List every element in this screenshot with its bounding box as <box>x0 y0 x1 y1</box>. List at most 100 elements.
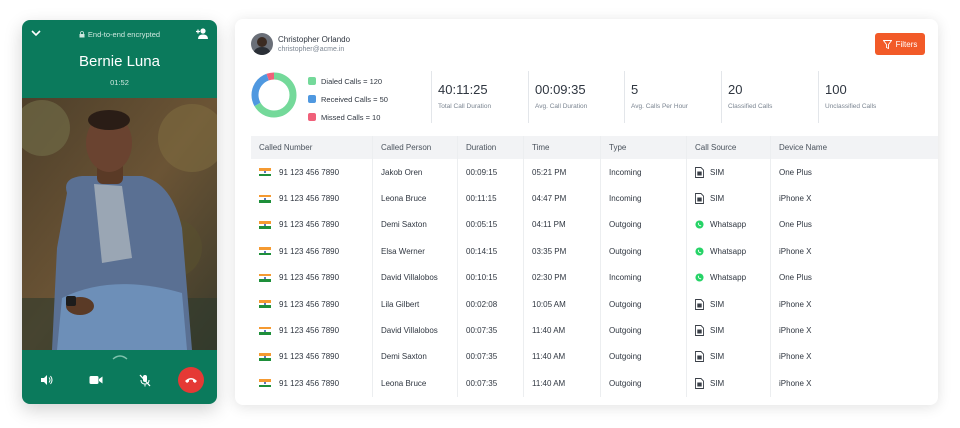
stat-value: 00:09:35 <box>535 82 586 97</box>
called-number: 91 123 456 7890 <box>279 220 340 230</box>
column-header[interactable]: Device Name <box>771 136 938 159</box>
cell-duration: 00:05:15 <box>458 211 524 239</box>
table-row[interactable]: 91 123 456 7890 Leona Bruce 00:11:15 04:47 … <box>251 185 938 212</box>
stat-label: Avg. Call Duration <box>535 103 588 110</box>
india-flag-icon <box>259 194 271 203</box>
cell-time: 02:30 PM <box>524 264 601 291</box>
legend-received: Received Calls = 50 <box>308 90 388 108</box>
column-header[interactable]: Duration <box>458 136 524 159</box>
mute-button[interactable] <box>131 366 159 394</box>
end-call-button[interactable] <box>177 366 205 394</box>
chart-legend: Dialed Calls = 120 Received Calls = 50 M… <box>308 72 388 126</box>
table-row[interactable]: 91 123 456 7890 Leona Bruce 00:07:35 11:40 … <box>251 370 938 397</box>
column-header[interactable]: Call Source <box>687 136 771 159</box>
speaker-icon <box>40 375 52 385</box>
cell-called-person: Lila Gilbert <box>373 290 458 318</box>
cell-called-person: Demi Saxton <box>373 211 458 239</box>
cell-call-source: Whatsapp <box>687 238 771 265</box>
stat-classified: 20 Classified Calls <box>721 71 772 123</box>
cell-called-number: 91 123 456 7890 <box>251 238 373 265</box>
table-row[interactable]: 91 123 456 7890 Demi Saxton 00:05:15 04:11 … <box>251 211 938 239</box>
legend-label-missed: Missed Calls = 10 <box>321 112 381 122</box>
cell-type: Outgoing <box>601 290 687 318</box>
cell-call-source: SIM <box>687 290 771 318</box>
column-header[interactable]: Time <box>524 136 601 159</box>
column-header[interactable]: Type <box>601 136 687 159</box>
stat-value: 40:11:25 <box>438 82 488 97</box>
calls-donut-chart <box>251 72 297 118</box>
whatsapp-icon <box>695 273 704 282</box>
table-header: Called Number Called Person Duration Tim… <box>251 136 938 159</box>
cell-type: Outgoing <box>601 238 687 265</box>
call-source-label: Whatsapp <box>710 220 747 230</box>
sim-card-icon <box>695 166 704 178</box>
cell-called-number: 91 123 456 7890 <box>251 211 373 239</box>
caller-photo <box>22 98 217 350</box>
called-number: 91 123 456 7890 <box>279 378 340 388</box>
end-call-circle <box>178 367 204 393</box>
table-row[interactable]: 91 123 456 7890 Lila Gilbert 00:02:08 10:05… <box>251 290 938 318</box>
cell-called-person: David Villalobos <box>373 264 458 291</box>
cell-call-source: Whatsapp <box>687 211 771 239</box>
called-number: 91 123 456 7890 <box>279 352 340 362</box>
avatar[interactable] <box>251 33 273 55</box>
legend-label-dialed: Dialed Calls = 120 <box>321 76 383 86</box>
whatsapp-icon <box>695 247 704 256</box>
cell-time: 11:40 AM <box>524 317 601 344</box>
encryption-notice: End-to-end encrypted <box>22 30 217 39</box>
cell-called-person: Demi Saxton <box>373 343 458 371</box>
cell-device-name: iPhone X <box>779 326 812 336</box>
table-row[interactable]: 91 123 456 7890 David Villalobos 00:10:15 0… <box>251 264 938 291</box>
cell-called-number: 91 123 456 7890 <box>251 264 373 291</box>
india-flag-icon <box>259 168 271 177</box>
stat-avg-duration: 00:09:35 Avg. Call Duration <box>528 71 587 123</box>
stat-unclassified: 100 Unclassified Calls <box>818 71 876 123</box>
column-header[interactable]: Called Person <box>373 136 458 159</box>
cell-called-number: 91 123 456 7890 <box>251 317 373 344</box>
called-number: 91 123 456 7890 <box>279 246 340 256</box>
india-flag-icon <box>259 220 271 229</box>
legend-label-received: Received Calls = 50 <box>321 94 388 104</box>
table-row[interactable]: 91 123 456 7890 Elsa Werner 00:14:15 03:35 … <box>251 238 938 265</box>
encryption-text: End-to-end encrypted <box>87 30 161 39</box>
cell-call-source: SIM <box>687 159 771 186</box>
legend-swatch-dialed <box>308 77 316 85</box>
stat-calls-per-hour: 5 Avg. Calls Per Hour <box>624 71 688 123</box>
table-row[interactable]: 91 123 456 7890 David Villalobos 00:07:35 1… <box>251 317 938 344</box>
cell-device-name: iPhone X <box>779 352 812 362</box>
cell-type: Incoming <box>601 159 687 186</box>
cell-duration: 00:14:15 <box>458 238 524 265</box>
swipe-up-icon[interactable] <box>112 354 128 360</box>
cell-type: Outgoing <box>601 211 687 239</box>
cell-duration: 00:07:35 <box>458 317 524 344</box>
legend-dialed: Dialed Calls = 120 <box>308 72 388 90</box>
table-row[interactable]: 91 123 456 7890 Demi Saxton 00:07:35 11:40 … <box>251 343 938 371</box>
sim-card-icon <box>695 351 704 363</box>
sim-card-icon <box>695 193 704 205</box>
table-row[interactable]: 91 123 456 7890 Jakob Oren 00:09:15 05:21 P… <box>251 159 938 186</box>
cell-time: 05:21 PM <box>524 159 601 186</box>
cell-called-person: Elsa Werner <box>373 238 458 265</box>
cell-called-number: 91 123 456 7890 <box>251 159 373 186</box>
cell-time: 03:35 PM <box>524 238 601 265</box>
speaker-button[interactable] <box>32 366 60 394</box>
call-source-label: SIM <box>710 326 725 336</box>
call-controls <box>22 366 217 396</box>
filters-button[interactable]: Filters <box>875 33 925 55</box>
video-button[interactable] <box>82 366 110 394</box>
cell-time: 11:40 AM <box>524 343 601 371</box>
call-source-label: SIM <box>710 194 725 204</box>
add-person-icon[interactable] <box>195 27 209 40</box>
column-header[interactable]: Called Number <box>251 136 373 159</box>
called-number: 91 123 456 7890 <box>279 167 340 177</box>
called-number: 91 123 456 7890 <box>279 194 340 204</box>
call-source-label: Whatsapp <box>710 273 747 283</box>
cell-called-number: 91 123 456 7890 <box>251 185 373 212</box>
call-log-dashboard: Christopher Orlando christopher@acme.in … <box>235 19 938 405</box>
cell-called-person: David Villalobos <box>373 317 458 344</box>
table-body: 91 123 456 7890 Jakob Oren 00:09:15 05:21 P… <box>251 159 938 397</box>
sim-card-icon <box>695 298 704 310</box>
cell-device-name: iPhone X <box>779 378 812 388</box>
cell-duration: 00:07:35 <box>458 370 524 397</box>
stat-value: 20 <box>728 82 743 97</box>
